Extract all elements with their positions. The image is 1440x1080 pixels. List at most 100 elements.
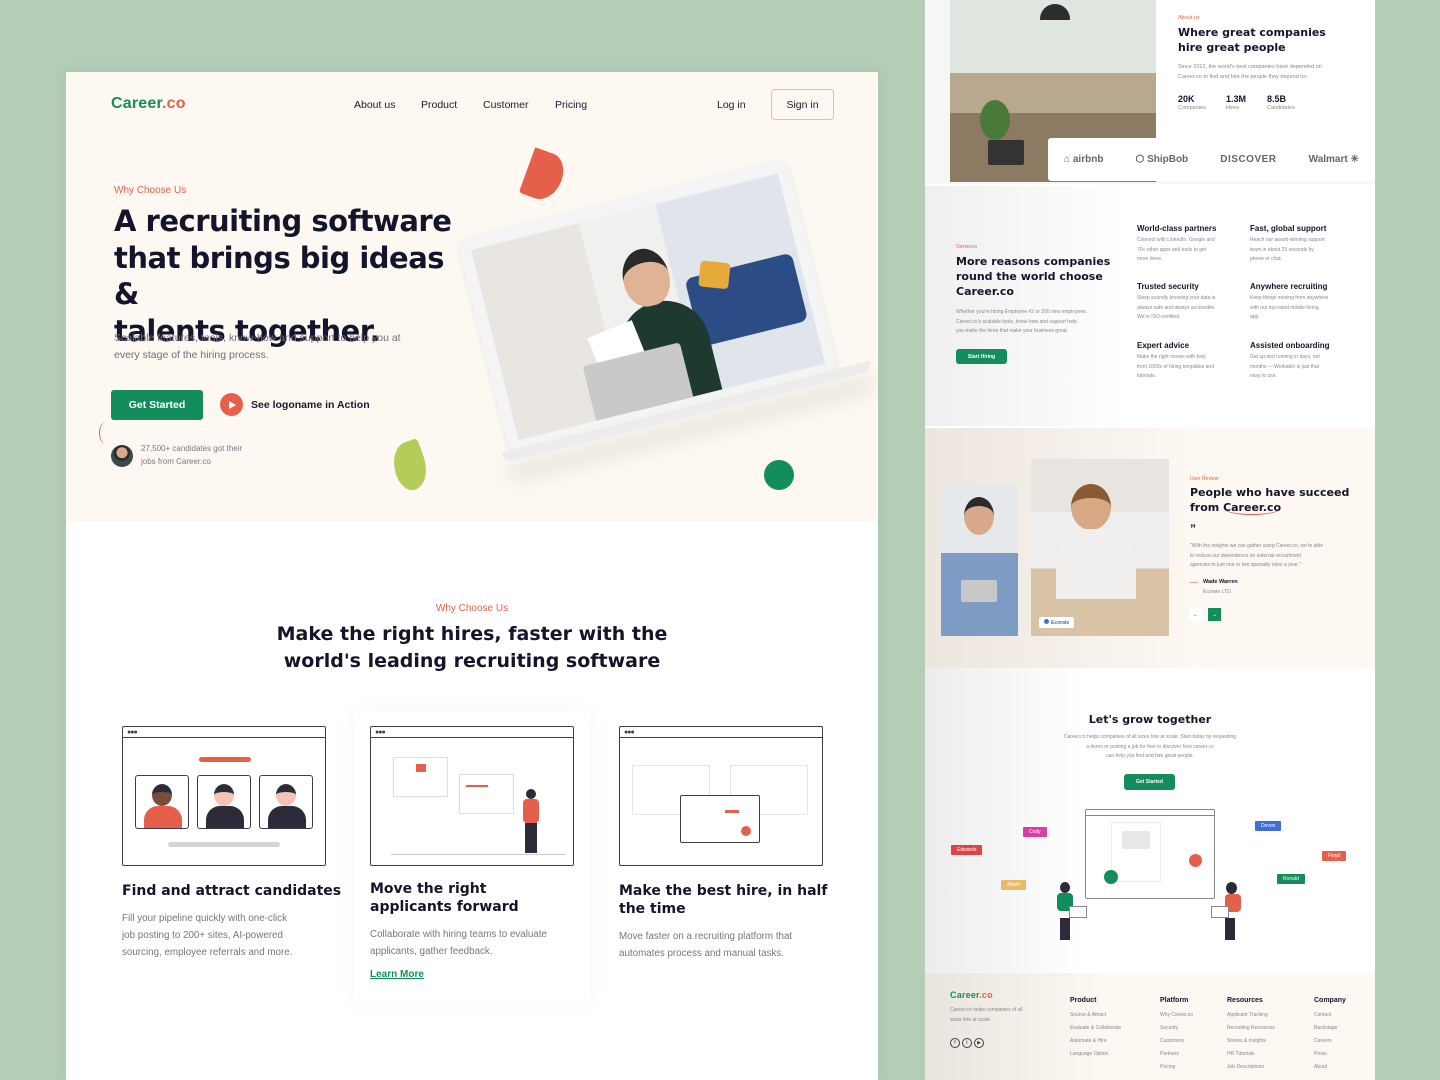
start-hiring-button[interactable]: Start Hiring <box>956 349 1007 364</box>
footer-link[interactable]: Job Descriptions <box>1227 1064 1275 1070</box>
footer-link[interactable]: Stories & Insights <box>1227 1038 1275 1044</box>
feature-assisted-onboarding: Assisted onboarding Get up and running in… <box>1250 341 1355 382</box>
window-dots-icon: ●●● <box>375 729 386 736</box>
nav-pricing[interactable]: Pricing <box>555 99 587 111</box>
facebook-icon[interactable]: f <box>950 1038 960 1048</box>
illus-person-right <box>1211 882 1243 940</box>
footer-link[interactable]: Automate & Hire <box>1070 1038 1121 1044</box>
card-desc: Fill your pipeline quickly with one-clic… <box>122 910 342 961</box>
footer-link[interactable]: Evaluate & Collaborate <box>1070 1025 1121 1031</box>
candidate-portrait <box>135 775 189 829</box>
logo-label: ShipBob <box>1147 154 1189 165</box>
illus-avatar-red <box>1189 854 1202 867</box>
why-eyebrow: Why Choose Us <box>435 603 509 614</box>
nav-about-us[interactable]: About us <box>354 99 395 111</box>
grow-desc-line: Career.co helps companies of all sizes h… <box>1063 734 1237 740</box>
hero-subtitle: Scalable features, tools, know-how and s… <box>114 330 401 364</box>
name-tag-floyd: Floyd <box>1322 851 1347 861</box>
prev-review-button[interactable]: ← <box>1189 608 1202 621</box>
laptop-lid <box>456 157 840 453</box>
footer-link[interactable]: Source & Attract <box>1070 1012 1121 1018</box>
footer-link[interactable]: Backstage <box>1314 1025 1346 1031</box>
nav-product[interactable]: Product <box>421 99 457 111</box>
name-tag-albert: Albert <box>1001 880 1027 890</box>
card-title-line: Move the right <box>370 881 487 897</box>
feature-desc: Keep things moving from anywhere with our… <box>1250 294 1355 323</box>
card-title-line: Make the best hire, in half <box>619 883 828 899</box>
services-desc-line: you make the hires that make your busine… <box>956 328 1069 334</box>
footer-link[interactable]: Press <box>1314 1051 1346 1057</box>
next-review-button[interactable]: → <box>1208 608 1221 621</box>
grow-get-started-button[interactable]: Get Started <box>1124 774 1175 790</box>
review-eyebrow: User Review <box>1190 476 1219 482</box>
card-desc-line: sourcing, employee referrals and more. <box>122 947 293 958</box>
grow-desc: Career.co helps companies of all sizes h… <box>925 733 1375 762</box>
illus-person-left <box>1055 882 1087 940</box>
review-title-line: from Career.co <box>1190 500 1349 515</box>
footer-link[interactable]: Security <box>1160 1025 1193 1031</box>
footer-link[interactable]: Pricing <box>1160 1064 1193 1070</box>
review-quote-line: to reduce our dependence on external rec… <box>1190 552 1301 559</box>
walmart-logo: Walmart ✳ <box>1308 154 1359 165</box>
footer-link[interactable]: About <box>1314 1064 1346 1070</box>
logo-label: airbnb <box>1072 154 1104 165</box>
social-proof-line: 27,500+ candidates got their <box>141 444 243 453</box>
services-title-line: Career.co <box>956 285 1014 298</box>
card-desc-line: Move faster on a recruiting platform tha… <box>619 931 793 942</box>
feature-desc-line: Make the right moves with help <box>1137 354 1206 360</box>
watch-demo-button[interactable]: See logoname in Action <box>220 393 370 416</box>
feature-desc-line: Connect with LinkedIn, Google and <box>1137 237 1215 243</box>
card-title-line: the time <box>619 901 686 917</box>
footer-link[interactable]: Language Option <box>1070 1051 1121 1057</box>
feature-expert-advice: Expert advice Make the right moves with h… <box>1137 341 1242 382</box>
stat-value: 8.5B <box>1267 94 1287 104</box>
footer-link[interactable]: Applicant Tracking <box>1227 1012 1275 1018</box>
stat-value: 20K <box>1178 94 1195 104</box>
card-desc-line: job posting to 200+ sites, AI-powered <box>122 930 283 941</box>
company-badge-icon <box>1044 619 1049 624</box>
quote-icon: ” <box>1190 522 1196 536</box>
stat-hires: 1.3M Hires <box>1226 94 1246 114</box>
get-started-button[interactable]: Get Started <box>111 390 203 420</box>
login-link[interactable]: Log in <box>717 99 746 111</box>
logo-main: Career <box>950 990 980 1000</box>
footer-link[interactable]: Partners <box>1160 1051 1193 1057</box>
feature-desc-line: Get up and running in days, not <box>1250 354 1320 360</box>
footer-link[interactable]: Why Career.co <box>1160 1012 1193 1018</box>
stat-label: Companies <box>1178 105 1206 111</box>
illus-selected-card <box>680 795 760 843</box>
photo-head <box>964 497 994 535</box>
footer-col-resources: Resources Applicant Tracking Recruiting … <box>1227 997 1275 1077</box>
youtube-icon[interactable]: ▶ <box>974 1038 984 1048</box>
feature-title: Expert advice <box>1137 341 1190 350</box>
footer-link[interactable]: Customers <box>1160 1038 1193 1044</box>
feature-desc-line: tutorials. <box>1137 373 1156 379</box>
illus-profile-card <box>393 757 448 797</box>
footer-logo[interactable]: Career.co <box>950 990 993 1000</box>
feature-title: World-class partners <box>1137 224 1217 233</box>
footer-link[interactable]: Contact <box>1314 1012 1346 1018</box>
about-desc: Since 2012, the world's best companies h… <box>1178 63 1322 82</box>
card-desc-line: applicants, gather feedback. <box>370 946 493 957</box>
sign-in-button[interactable]: Sign in <box>771 89 834 120</box>
illus-person-head <box>526 789 536 799</box>
about-title: Where great companies hire great people <box>1178 25 1326 55</box>
footer-link[interactable]: Careers <box>1314 1038 1346 1044</box>
feature-desc-line: easy to use. <box>1250 373 1277 379</box>
twitter-icon[interactable]: t <box>962 1038 972 1048</box>
partner-logos: ⌂ airbnb ⬡ ShipBob DISCOVER Walmart ✳ <box>1048 138 1375 181</box>
illus-doc <box>1111 822 1161 882</box>
review-company: Ecorate LTD. <box>1203 589 1233 595</box>
review-title-highlight: Career.co <box>1223 501 1282 515</box>
footer-link[interactable]: Recruiting Resources <box>1227 1025 1275 1031</box>
footer-link[interactable]: HR Tutorials <box>1227 1051 1275 1057</box>
footer-col-title: Product <box>1070 997 1097 1004</box>
feature-fast-global-support: Fast, global support Reach our award-winn… <box>1250 224 1355 265</box>
learn-more-link[interactable]: Learn More <box>370 969 574 980</box>
feature-desc-line: team in about 25 seconds by <box>1250 246 1314 253</box>
logo[interactable]: Career.co <box>111 95 186 113</box>
candidate-avatar <box>111 445 133 467</box>
about-desc-line: Since 2012, the world's best companies h… <box>1178 64 1322 70</box>
nav-customer[interactable]: Customer <box>483 99 529 111</box>
stat-label: Candidates <box>1267 105 1295 111</box>
